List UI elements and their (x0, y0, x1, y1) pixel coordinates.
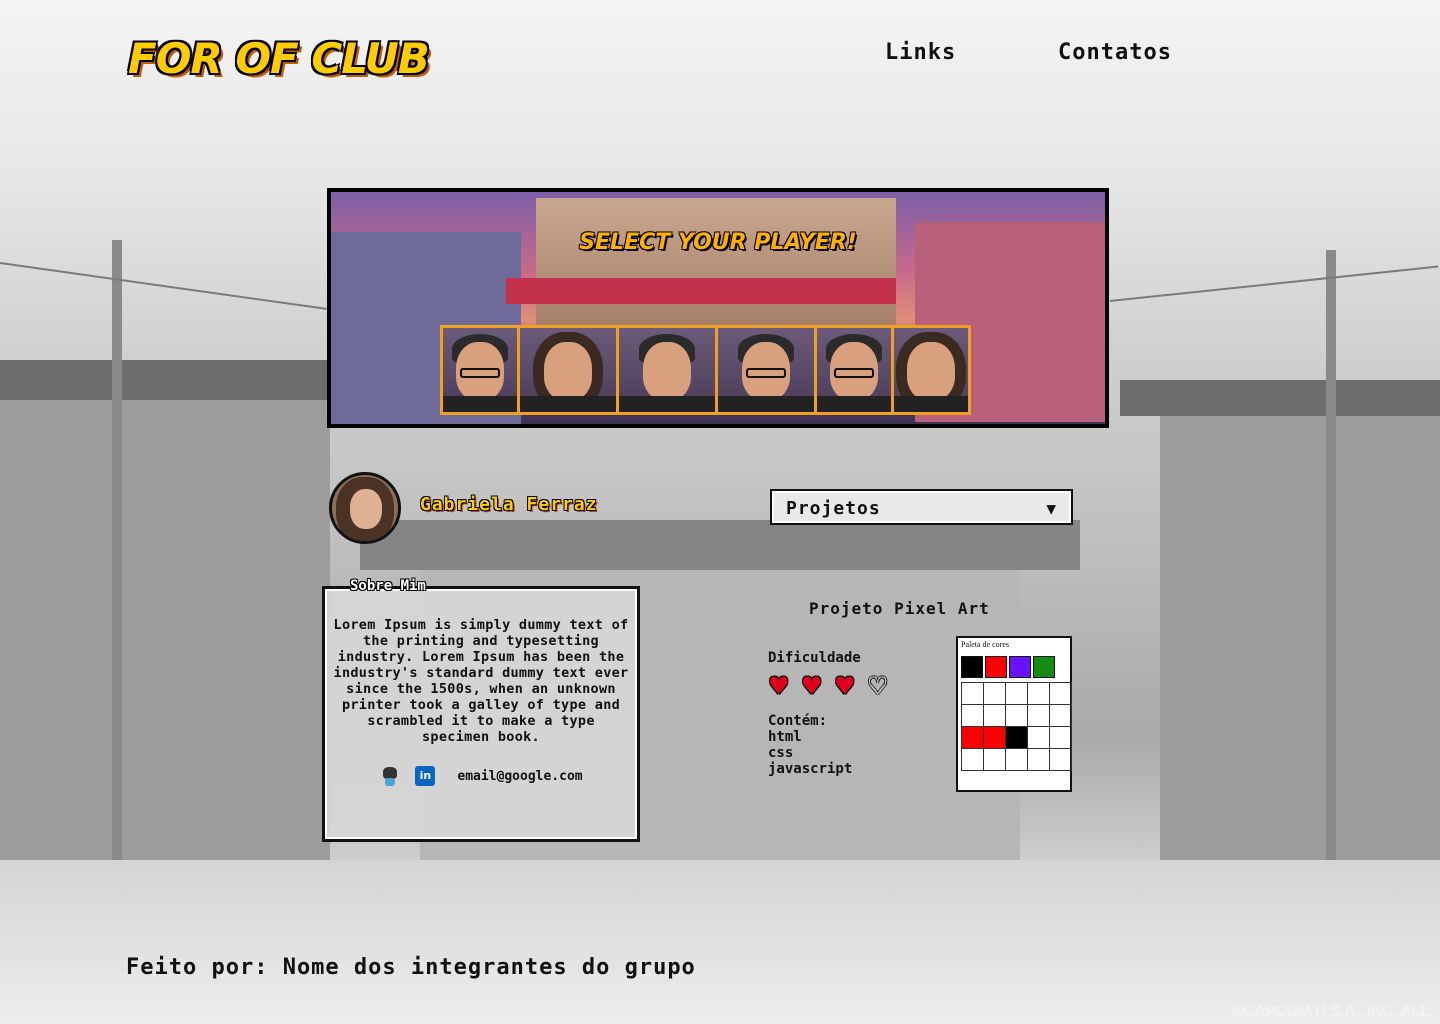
player-shirt (443, 396, 517, 412)
player-face (643, 342, 691, 400)
banner-title: SELECT YOUR PLAYER! (579, 230, 857, 255)
bg-house-left (0, 380, 330, 860)
copyright: ©CAPCOM U.S.A., INC. ALL (1231, 1003, 1431, 1020)
difficulty-rating: ♥ ♥ ♥ ♡ (768, 674, 892, 699)
heart-full-icon: ♥ (768, 672, 790, 700)
footer-text: Feito por: Nome dos integrantes do grupo (126, 955, 696, 980)
player-face (544, 342, 592, 400)
pixel-cell[interactable] (984, 705, 1006, 727)
email-link[interactable]: email@google.com (457, 769, 582, 784)
contains-item: javascript (768, 761, 853, 777)
player-shirt (520, 396, 616, 412)
player-shirt (619, 396, 715, 412)
contains-list: Contém: html css javascript (768, 713, 852, 777)
contains-item: css (768, 745, 794, 761)
projects-select-value: Projetos (786, 498, 881, 519)
bg-ground (0, 860, 1440, 1024)
bg-roof-left (0, 360, 360, 400)
player-shirt (718, 396, 814, 412)
pixel-cell[interactable] (962, 749, 984, 771)
player-shirt (894, 396, 968, 412)
chevron-down-icon: ▼ (1046, 499, 1057, 518)
heart-full-icon: ♥ (801, 672, 823, 700)
player-face (907, 342, 955, 400)
background-scene (0, 0, 1440, 1024)
site-logo[interactable]: FOR OF CLUB (128, 36, 438, 82)
bg-pole-right (1326, 250, 1336, 860)
pixel-cell[interactable] (1006, 705, 1028, 727)
banner-scenery (506, 278, 896, 304)
pixel-art-preview[interactable]: Paleta de cores (956, 636, 1072, 792)
palette-swatches (961, 656, 1068, 678)
bg-house-right (1160, 400, 1440, 860)
bg-roof-center (360, 520, 1080, 570)
project-title: Projeto Pixel Art (809, 599, 990, 618)
pixel-cell[interactable] (1006, 683, 1028, 705)
linkedin-icon[interactable]: in (415, 766, 436, 786)
pixel-cell[interactable] (962, 705, 984, 727)
pixel-cell[interactable] (984, 683, 1006, 705)
pixel-cell[interactable] (1006, 727, 1028, 749)
nav-links[interactable]: Links (885, 40, 956, 65)
difficulty-label: Dificuldade (768, 650, 861, 666)
bg-wire (0, 262, 327, 310)
avatar (329, 472, 401, 544)
pixel-cell[interactable] (1028, 727, 1050, 749)
contains-label: Contém: (768, 713, 828, 729)
avatar-face (350, 489, 382, 529)
player-card[interactable] (891, 325, 971, 415)
player-card[interactable] (616, 325, 718, 415)
pixel-cell[interactable] (962, 727, 984, 749)
github-icon[interactable] (379, 765, 401, 787)
pixel-grid (961, 682, 1072, 771)
heart-full-icon: ♥ (834, 672, 856, 700)
about-card: Lorem Ipsum is simply dummy text of the … (322, 586, 640, 842)
palette-swatch[interactable] (985, 656, 1007, 678)
pixel-cell[interactable] (962, 683, 984, 705)
contact-links: in email@google.com (333, 765, 629, 787)
player-select-banner: SELECT YOUR PLAYER! (327, 188, 1109, 428)
pixel-cell[interactable] (1028, 683, 1050, 705)
pixel-cell[interactable] (1006, 749, 1028, 771)
player-name: Gabriela Ferraz (420, 494, 598, 515)
pixel-cell[interactable] (1050, 705, 1072, 727)
pixel-cell[interactable] (984, 749, 1006, 771)
pixel-cell[interactable] (1028, 749, 1050, 771)
player-roster (440, 325, 971, 415)
player-glasses (460, 368, 500, 378)
nav-contatos[interactable]: Contatos (1058, 40, 1172, 65)
heart-empty-icon: ♡ (867, 672, 889, 700)
pixel-cell[interactable] (1050, 683, 1072, 705)
player-glasses (834, 368, 874, 378)
pixel-cell[interactable] (1050, 727, 1072, 749)
projects-select[interactable]: Projetos ▼ (770, 489, 1073, 525)
palette-swatch[interactable] (961, 656, 983, 678)
player-card[interactable] (814, 325, 894, 415)
about-text: Lorem Ipsum is simply dummy text of the … (333, 617, 629, 745)
bg-pole-left (112, 240, 122, 860)
bg-wire (1109, 265, 1439, 302)
player-glasses (746, 368, 786, 378)
player-card[interactable] (517, 325, 619, 415)
player-shirt (817, 396, 891, 412)
player-card[interactable] (715, 325, 817, 415)
bg-roof-right (1120, 380, 1440, 416)
contains-item: html (768, 729, 802, 745)
player-card[interactable] (440, 325, 520, 415)
pixel-cell[interactable] (984, 727, 1006, 749)
palette-swatch[interactable] (1009, 656, 1031, 678)
github-icon-body (385, 778, 396, 786)
pixel-cell[interactable] (1050, 749, 1072, 771)
about-title: Sobre Mim (350, 578, 426, 594)
palette-label: Paleta de cores (961, 640, 1009, 649)
pixel-cell[interactable] (1028, 705, 1050, 727)
palette-swatch[interactable] (1033, 656, 1055, 678)
